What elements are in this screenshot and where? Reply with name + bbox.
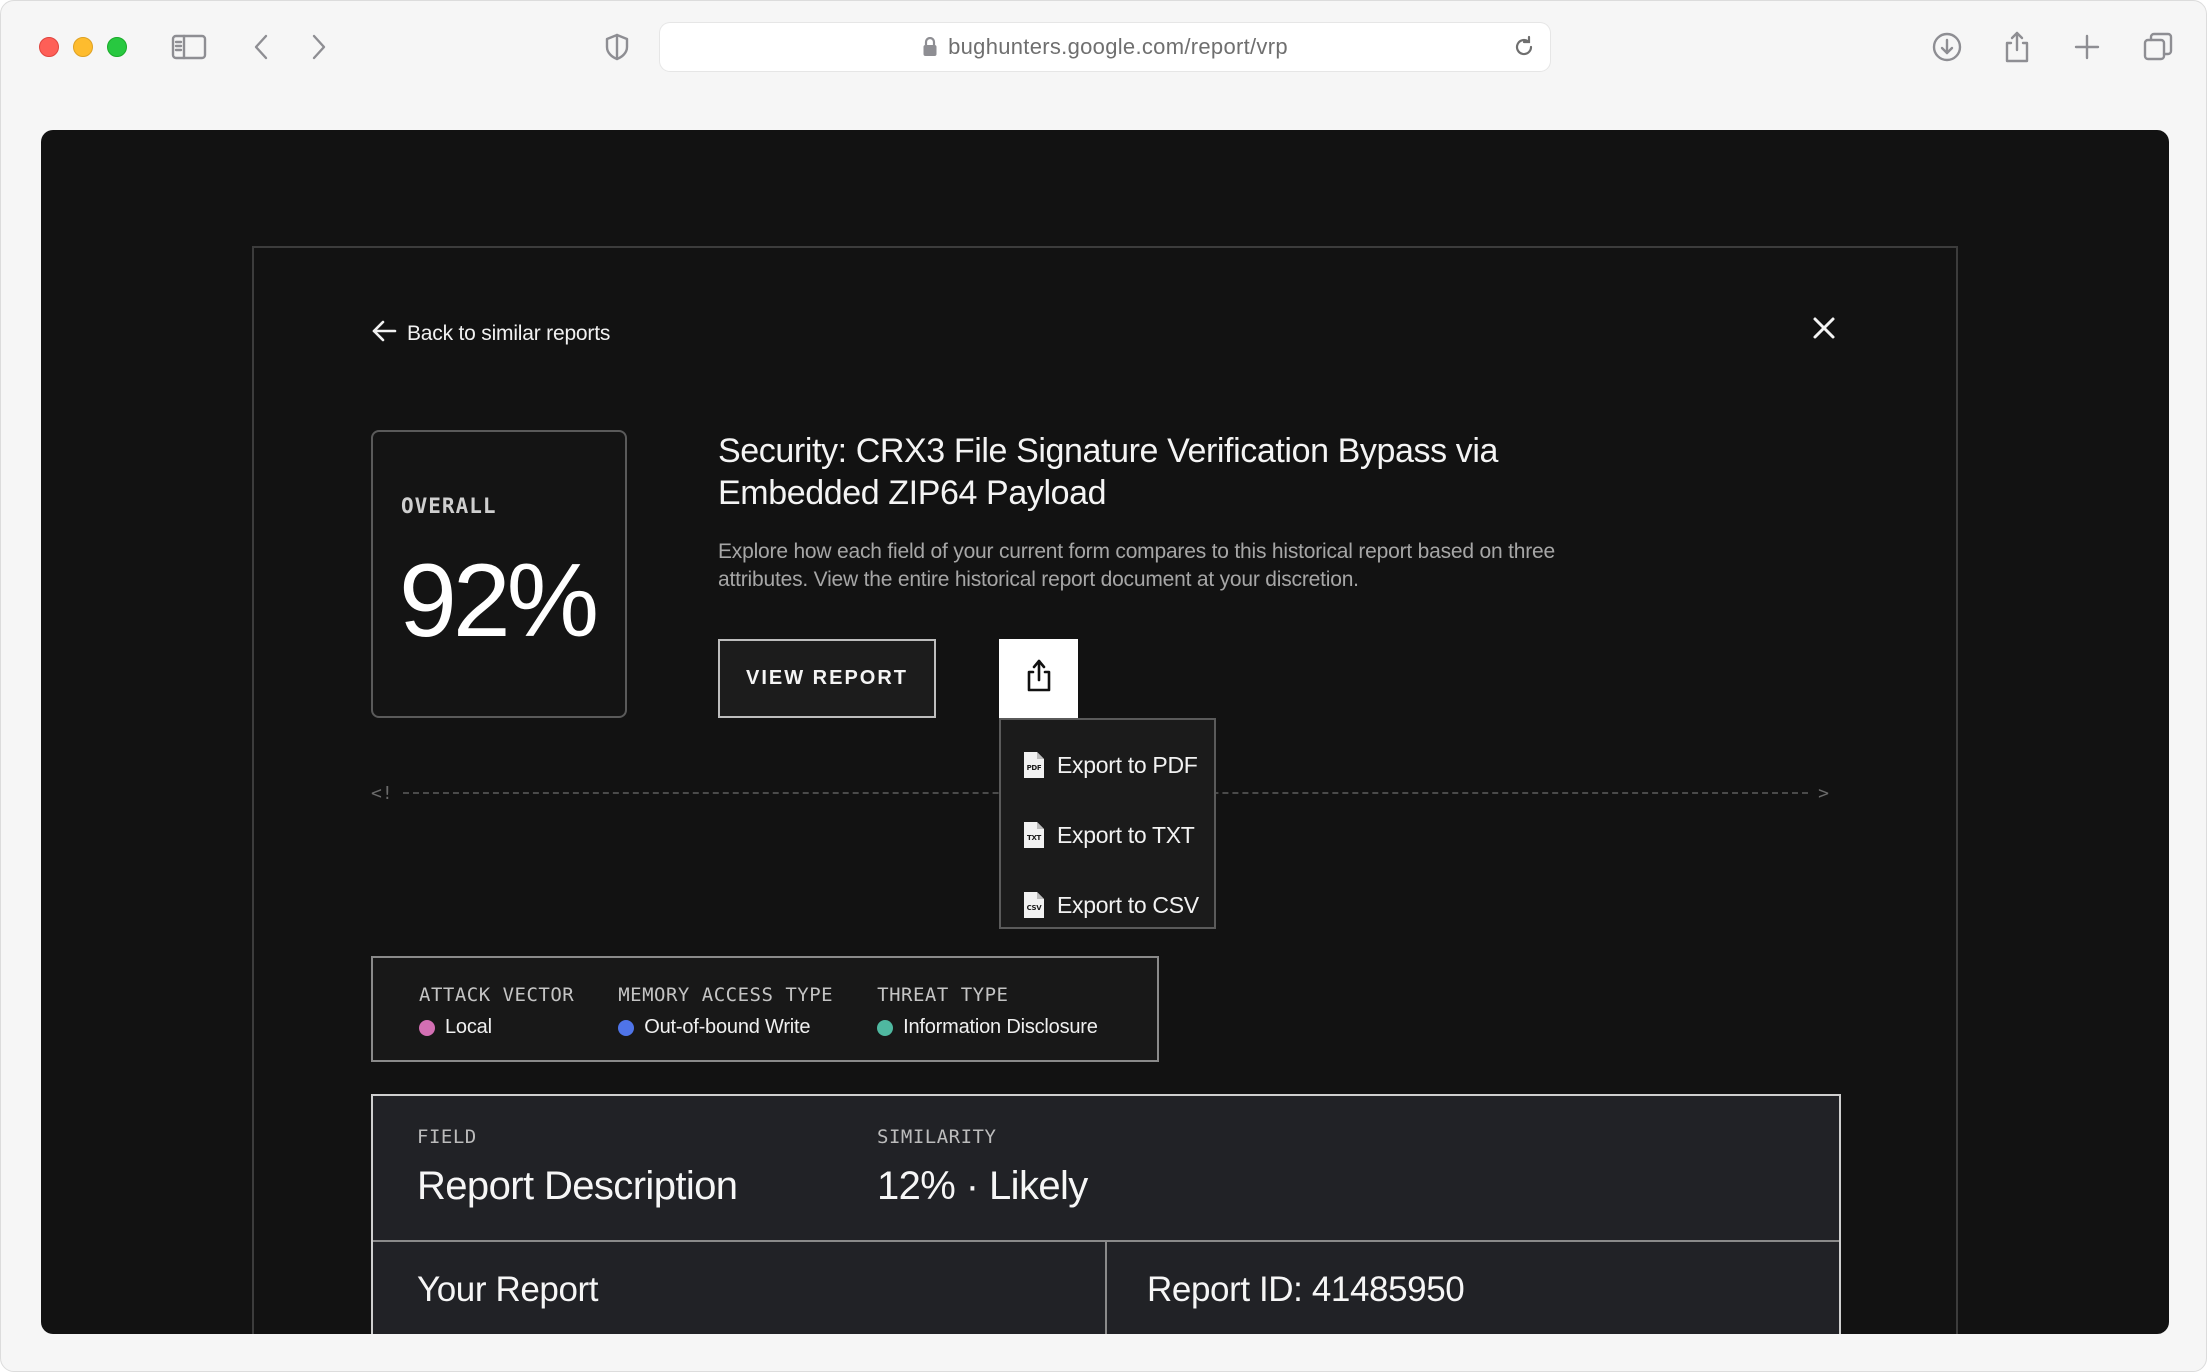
report-description: Explore how each field of your current f… (718, 540, 1555, 591)
export-csv-item[interactable]: CSV Export to CSV (1001, 870, 1214, 940)
field-label: FIELD (417, 1126, 477, 1148)
threat-type-attribute: THREAT TYPE Information Disclosure (877, 958, 1098, 1060)
similarity-value: 12% · Likely (877, 1164, 1088, 1208)
sidebar-toggle-icon[interactable] (169, 27, 209, 67)
lock-icon (922, 37, 938, 57)
minimize-window-button[interactable] (73, 37, 93, 57)
attack-vector-attribute: ATTACK VECTOR Local (419, 958, 574, 1060)
similarity-column: SIMILARITY 12% · Likely (877, 1126, 1088, 1209)
privacy-shield-icon[interactable] (597, 27, 637, 67)
report-id-cell: Report ID: 41485950 (1147, 1270, 1465, 1309)
field-value: Report Description (417, 1164, 738, 1208)
view-report-button[interactable]: VIEW REPORT (718, 639, 936, 718)
score-label: OVERALL (401, 494, 497, 518)
tab-overview-icon[interactable] (2138, 27, 2178, 67)
memory-access-dot-icon (618, 1019, 635, 1036)
divider-right-mark: > (1818, 782, 1829, 804)
attribute-value: Local (445, 1016, 492, 1038)
txt-file-icon: TXT (1023, 821, 1045, 849)
attribute-label: ATTACK VECTOR (419, 984, 575, 1006)
back-to-similar-reports-link[interactable]: Back to similar reports (371, 318, 610, 350)
attribute-label: MEMORY ACCESS TYPE (618, 984, 834, 1006)
divider-left-mark: <! (371, 782, 393, 804)
overall-score-card: OVERALL 92% (371, 430, 627, 718)
browser-window: bughunters.google.com/report/vrp Back to… (0, 0, 2207, 1372)
close-icon (1812, 316, 1836, 345)
memory-access-type-attribute: MEMORY ACCESS TYPE Out-of-bound Write (618, 958, 833, 1060)
field-column: FIELD Report Description (417, 1126, 738, 1209)
export-csv-label: Export to CSV (1057, 891, 1199, 918)
similarity-label: SIMILARITY (877, 1126, 997, 1148)
attributes-panel: ATTACK VECTOR Local MEMORY ACCESS TYPE O… (371, 956, 1159, 1062)
report-title: Security: CRX3 File Signature Verificati… (718, 432, 1499, 512)
url-text: bughunters.google.com/report/vrp (948, 34, 1288, 59)
close-window-button[interactable] (39, 37, 59, 57)
export-txt-item[interactable]: TXT Export to TXT (1001, 800, 1214, 870)
report-comparison-modal: Back to similar reports OVERALL 92% Secu… (252, 246, 1958, 1334)
export-dropdown-menu: PDF Export to PDF TXT Export to TXT CSV (999, 718, 1216, 929)
score-value: 92% (399, 543, 599, 659)
share-icon[interactable] (1997, 27, 2037, 67)
pdf-file-icon: PDF (1023, 751, 1045, 779)
export-pdf-label: Export to PDF (1057, 751, 1198, 778)
export-button[interactable] (999, 639, 1078, 718)
export-pdf-item[interactable]: PDF Export to PDF (1001, 730, 1214, 800)
browser-toolbar: bughunters.google.com/report/vrp (1, 1, 2206, 95)
threat-type-dot-icon (877, 1019, 894, 1036)
csv-file-icon: CSV (1023, 891, 1045, 919)
share-export-icon (1024, 658, 1054, 699)
attribute-value: Information Disclosure (903, 1016, 1098, 1038)
downloads-icon[interactable] (1927, 27, 1967, 67)
close-modal-button[interactable] (1806, 312, 1842, 348)
page-content: Back to similar reports OVERALL 92% Secu… (41, 130, 2169, 1334)
export-txt-label: Export to TXT (1057, 821, 1195, 848)
address-bar[interactable]: bughunters.google.com/report/vrp (660, 23, 1550, 71)
zoom-window-button[interactable] (107, 37, 127, 57)
forward-nav-icon[interactable] (298, 27, 338, 67)
your-report-cell: Your Report (373, 1242, 1107, 1334)
field-similarity-card: FIELD Report Description SIMILARITY 12% … (371, 1094, 1841, 1334)
back-nav-icon[interactable] (242, 27, 282, 67)
arrow-left-icon (371, 320, 397, 348)
attribute-value: Out-of-bound Write (644, 1016, 811, 1038)
new-tab-icon[interactable] (2067, 27, 2107, 67)
attack-vector-dot-icon (419, 1019, 435, 1036)
back-link-label: Back to similar reports (407, 322, 611, 345)
attribute-label: THREAT TYPE (877, 984, 1009, 1006)
reload-icon[interactable] (1512, 35, 1536, 65)
